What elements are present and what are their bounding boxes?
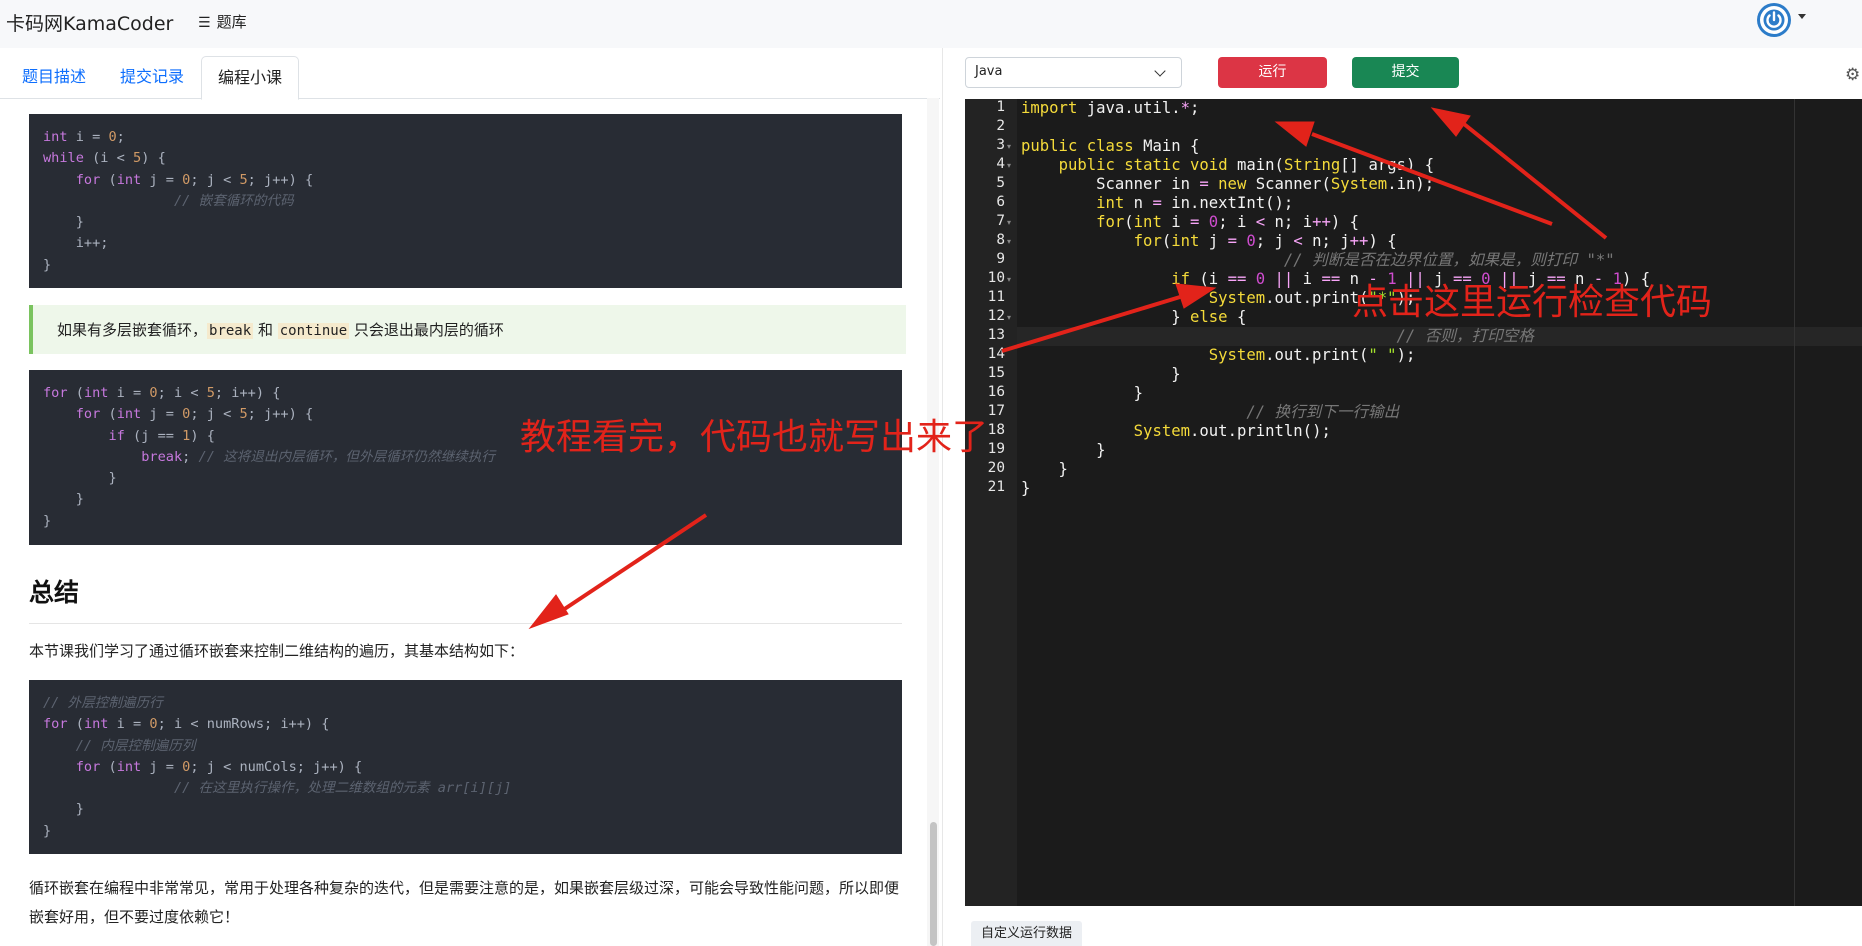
annotation-run-hint-text: 点击这里运行检查代码 <box>1352 282 1713 323</box>
annotation-tutorial-text: 教程看完，代码也就写出来了 <box>520 417 989 458</box>
annotation-arrows <box>528 107 1608 630</box>
